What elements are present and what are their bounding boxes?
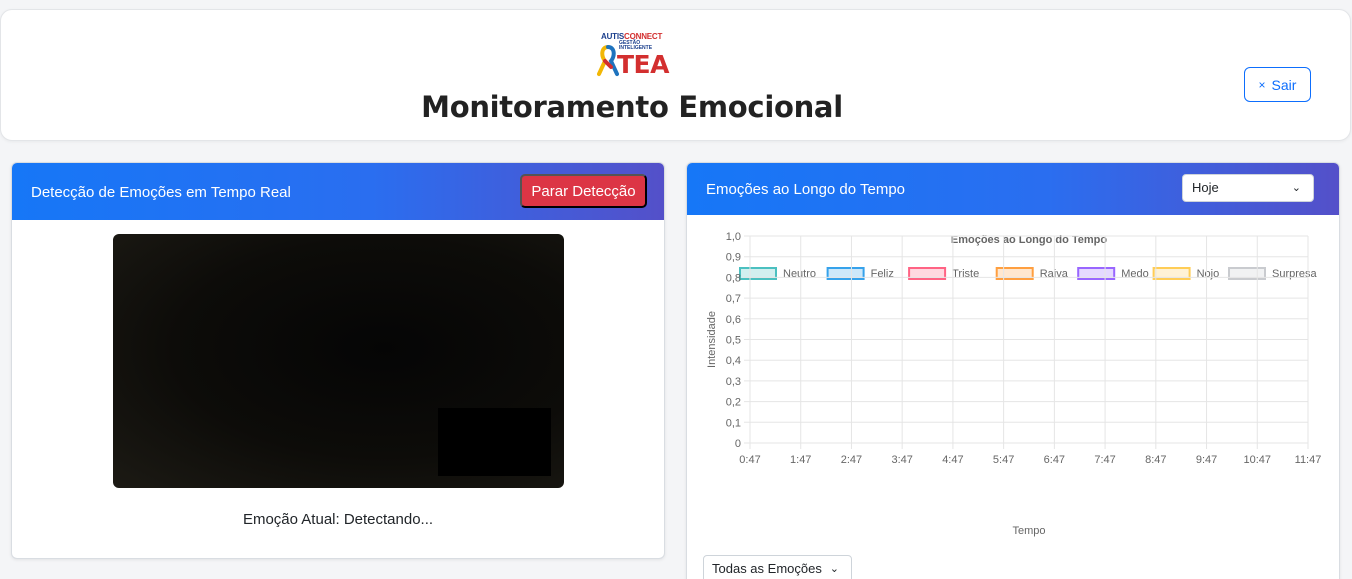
autisconnect-logo: AUTISCONNECT GESTÃO INTELIGENTE TEA	[597, 32, 669, 88]
emotions-line-chart: Emoções ao Longo do TempoNeutro Feliz Tris…	[706, 231, 1322, 537]
emotion-filter-select[interactable]: Todas as Emoções ⌄	[703, 555, 852, 579]
timeline-panel-header: Emoções ao Longo do Tempo Hoje ⌄	[687, 163, 1339, 215]
emotion-timeline-panel: Emoções ao Longo do Tempo Hoje ⌄ Emoções…	[686, 162, 1340, 579]
x-axis-label: Tempo	[1012, 525, 1045, 537]
emotion-detection-panel: Detecção de Emoções em Tempo Real Parar …	[11, 162, 665, 559]
x-tick-label: 4:47	[942, 454, 963, 466]
legend-label-2: Triste	[952, 268, 979, 280]
logo-word: TEA	[617, 50, 669, 79]
chevron-down-icon: ⌄	[1291, 182, 1301, 194]
y-tick-label: 0	[735, 438, 741, 450]
stop-detection-button[interactable]: Parar Detecção	[520, 174, 647, 208]
legend-label-1: Feliz	[871, 268, 894, 280]
x-tick-label: 2:47	[841, 454, 862, 466]
y-tick-label: 0,2	[726, 397, 741, 409]
logout-label: Sair	[1271, 76, 1297, 93]
logout-button[interactable]: × Sair	[1244, 67, 1311, 102]
legend-label-0: Neutro	[783, 268, 816, 280]
x-tick-label: 9:47	[1196, 454, 1217, 466]
y-tick-label: 0,3	[726, 376, 741, 388]
awareness-ribbon-icon	[597, 45, 619, 76]
legend-label-4: Medo	[1121, 268, 1149, 280]
x-tick-label: 7:47	[1094, 454, 1115, 466]
face-preview-box	[438, 408, 551, 476]
x-tick-label: 0:47	[739, 454, 760, 466]
emotion-filter-value: Todas as Emoções	[712, 561, 822, 576]
y-axis-label: Intensidade	[706, 311, 718, 368]
x-tick-label: 1:47	[790, 454, 811, 466]
y-tick-label: 0,7	[726, 293, 741, 305]
camera-video-feed	[113, 234, 564, 488]
y-tick-label: 1,0	[726, 231, 741, 243]
y-tick-label: 0,9	[726, 252, 741, 264]
detection-panel-header: Detecção de Emoções em Tempo Real Parar …	[12, 163, 664, 220]
time-range-value: Hoje	[1192, 180, 1219, 195]
detection-panel-title: Detecção de Emoções em Tempo Real	[31, 184, 291, 201]
y-tick-label: 0,8	[726, 272, 741, 284]
chevron-down-icon: ⌄	[829, 563, 839, 575]
y-tick-label: 0,4	[726, 355, 741, 367]
header-card: AUTISCONNECT GESTÃO INTELIGENTE TEA Moni…	[0, 9, 1351, 141]
x-tick-label: 10:47	[1244, 454, 1272, 466]
y-tick-label: 0,5	[726, 335, 741, 347]
x-tick-label: 6:47	[1044, 454, 1065, 466]
x-tick-label: 11:47	[1295, 454, 1322, 466]
x-tick-label: 8:47	[1145, 454, 1166, 466]
legend-label-6: Surpresa	[1272, 268, 1318, 280]
timeline-panel-title: Emoções ao Longo do Tempo	[706, 181, 906, 198]
x-tick-label: 5:47	[993, 454, 1014, 466]
page-title: Monitoramento Emocional	[421, 90, 843, 124]
legend-label-5: Nojo	[1197, 268, 1220, 280]
time-range-select[interactable]: Hoje ⌄	[1182, 174, 1314, 202]
close-icon: ×	[1258, 77, 1266, 92]
y-tick-label: 0,6	[726, 314, 741, 326]
x-tick-label: 3:47	[891, 454, 912, 466]
current-emotion-status: Emoção Atual: Detectando...	[242, 511, 434, 528]
y-tick-label: 0,1	[726, 417, 741, 429]
